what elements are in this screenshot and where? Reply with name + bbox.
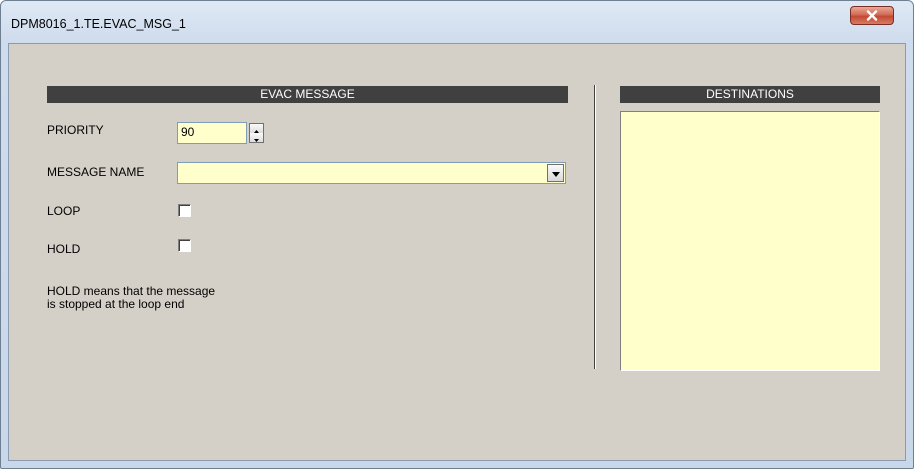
close-icon	[866, 10, 878, 21]
message-name-dropdown[interactable]	[177, 162, 566, 184]
dialog-content: EVAC MESSAGE PRIORITY 90 MESSAGE NAME LO…	[8, 43, 906, 461]
spin-down-button[interactable]	[250, 133, 263, 142]
hold-description-line-2: is stopped at the loop end	[47, 297, 185, 311]
priority-input[interactable]: 90	[177, 122, 247, 144]
dialog-window: DPM8016_1.TE.EVAC_MSG_1 EVAC MESSAGE PRI…	[0, 0, 914, 469]
hold-checkbox[interactable]	[178, 239, 191, 252]
priority-stepper[interactable]	[249, 123, 264, 143]
arrow-down-icon	[254, 131, 259, 145]
section-divider	[594, 85, 596, 369]
title-bar[interactable]: DPM8016_1.TE.EVAC_MSG_1	[1, 1, 913, 43]
hold-description: HOLD means that the message is stopped a…	[47, 285, 215, 311]
destinations-list[interactable]	[620, 111, 880, 371]
loop-label: LOOP	[47, 204, 81, 218]
chevron-down-icon	[551, 166, 560, 180]
window-title: DPM8016_1.TE.EVAC_MSG_1	[11, 17, 186, 31]
destinations-header: DESTINATIONS	[620, 86, 880, 103]
hold-label: HOLD	[47, 242, 81, 256]
dropdown-button[interactable]	[547, 164, 564, 182]
priority-label: PRIORITY	[47, 123, 104, 137]
evac-message-header: EVAC MESSAGE	[47, 86, 568, 103]
close-button[interactable]	[850, 6, 894, 25]
loop-checkbox[interactable]	[178, 204, 191, 217]
message-name-label: MESSAGE NAME	[47, 165, 145, 179]
